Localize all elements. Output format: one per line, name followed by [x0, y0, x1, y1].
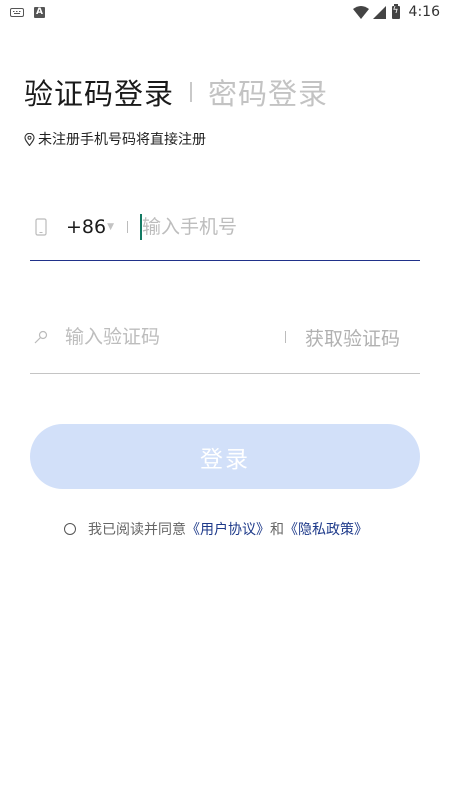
agreement-row: 我已阅读并同意 《用户协议》 和 《隐私政策》 — [64, 519, 368, 539]
verification-code-input[interactable] — [65, 326, 265, 348]
status-right: 4:16 — [352, 3, 440, 20]
agreement-and: 和 — [270, 522, 284, 538]
key-icon — [34, 330, 48, 344]
agreement-prefix: 我已阅读并同意 — [88, 522, 186, 538]
country-code-selector[interactable]: +86 — [66, 216, 106, 238]
register-hint: 未注册手机号码将直接注册 — [24, 130, 206, 148]
chevron-down-icon[interactable]: ▼ — [107, 222, 114, 232]
location-pin-icon — [24, 132, 35, 146]
keyboard-icon — [10, 7, 24, 17]
status-bar: A 4:16 — [0, 0, 450, 24]
wifi-icon — [352, 5, 369, 19]
status-left: A — [10, 6, 45, 18]
register-hint-text: 未注册手机号码将直接注册 — [38, 132, 206, 148]
privacy-policy-link[interactable]: 《隐私政策》 — [284, 519, 368, 539]
phone-field-row: +86 ▼ — [30, 206, 420, 261]
login-screen: A 4:16 验证码登录 密码登录 未注册手机号码将直接注册 — [0, 0, 450, 800]
get-code-button[interactable]: 获取验证码 — [305, 324, 400, 351]
agree-checkbox[interactable] — [64, 523, 76, 535]
code-field-row: 获取验证码 — [30, 318, 420, 374]
tab-divider — [190, 82, 193, 102]
a-notification-icon: A — [34, 6, 45, 18]
login-button[interactable]: 登录 — [30, 424, 420, 489]
tab-password-login[interactable]: 密码登录 — [208, 71, 328, 113]
country-code-divider — [127, 221, 129, 233]
login-mode-tabs: 验证码登录 密码登录 — [24, 72, 328, 112]
status-time: 4:16 — [408, 4, 440, 20]
user-agreement-link[interactable]: 《用户协议》 — [186, 519, 270, 539]
battery-charging-icon — [391, 3, 400, 19]
phone-icon — [35, 218, 47, 236]
get-code-divider — [284, 331, 286, 343]
signal-icon — [372, 5, 386, 19]
tab-sms-login[interactable]: 验证码登录 — [24, 71, 174, 113]
phone-input[interactable] — [142, 216, 343, 238]
